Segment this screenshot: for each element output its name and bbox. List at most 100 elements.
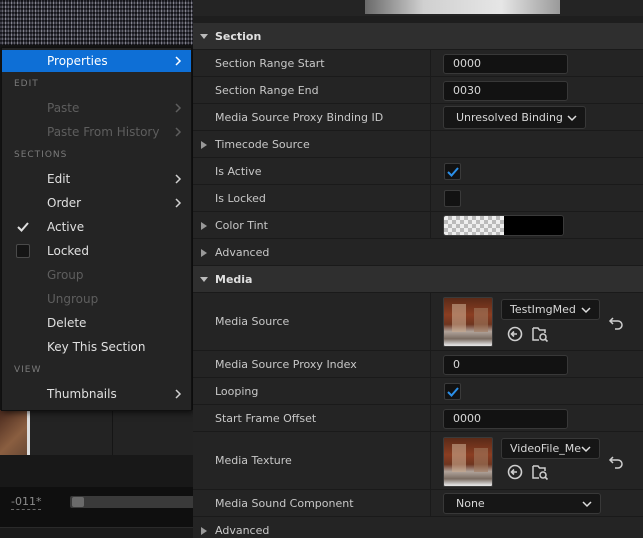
menu-item-thumbnails[interactable]: Thumbnails — [2, 383, 191, 405]
property-is-locked: Is Locked — [193, 185, 643, 212]
menu-item-label: Edit — [47, 172, 71, 186]
property-label: Media Source Proxy Binding ID — [215, 111, 384, 124]
track-divider — [112, 410, 113, 455]
use-selected-icon[interactable] — [506, 325, 524, 343]
column-divider[interactable] — [430, 293, 431, 350]
column-divider[interactable] — [430, 432, 431, 489]
scrollbar-thumb[interactable] — [72, 497, 84, 507]
menu-item-ungroup[interactable]: Ungroup — [2, 288, 191, 310]
menu-item-paste-from-history[interactable]: Paste From History — [2, 121, 191, 143]
property-color-tint[interactable]: Color Tint — [193, 212, 643, 239]
start-frame-offset-input[interactable]: 0000 — [443, 409, 568, 429]
timeline-track[interactable] — [0, 410, 195, 455]
current-frame-field[interactable]: -011* — [11, 495, 42, 510]
chevron-right-icon — [175, 389, 182, 399]
chevron-down-icon — [582, 501, 592, 508]
media-source-thumbnail[interactable] — [443, 297, 493, 347]
menu-item-locked[interactable]: Locked — [2, 240, 191, 262]
triangle-right-icon — [201, 141, 207, 149]
use-selected-icon[interactable] — [506, 463, 524, 481]
property-advanced-2[interactable]: Advanced — [193, 517, 643, 538]
menu-item-label: Group — [47, 268, 84, 282]
property-timecode-source[interactable]: Timecode Source — [193, 131, 643, 158]
property-label: Section Range End — [215, 84, 319, 97]
property-is-active: Is Active — [193, 158, 643, 185]
details-top-strip — [193, 0, 643, 16]
column-divider[interactable] — [430, 185, 431, 211]
section-range-start-input[interactable]: 0000 — [443, 54, 568, 74]
media-sound-component-combo[interactable]: None — [443, 493, 601, 514]
property-label: Media Source — [215, 315, 290, 328]
menu-item-properties[interactable]: Properties — [2, 50, 191, 72]
triangle-right-icon — [201, 249, 207, 257]
chevron-down-icon — [581, 305, 591, 315]
menu-item-label: Ungroup — [47, 292, 99, 306]
menu-section-sections: SECTIONS — [14, 150, 68, 160]
proxy-binding-combo[interactable]: Unresolved Binding — [443, 106, 586, 129]
category-label: Section — [215, 30, 262, 43]
combo-value: TestImgMed — [510, 303, 576, 316]
timeline-scrollbar[interactable] — [70, 496, 195, 508]
column-divider[interactable] — [430, 212, 431, 238]
checkmark-icon — [17, 222, 29, 232]
property-media-source: Media Source TestImgMed — [193, 293, 643, 351]
property-section-range-start: Section Range Start 0000 — [193, 50, 643, 77]
column-divider[interactable] — [430, 77, 431, 103]
media-source-proxy-index-input[interactable]: 0 — [443, 355, 568, 375]
section-range-end-input[interactable]: 0030 — [443, 81, 568, 101]
chevron-down-icon — [567, 115, 577, 122]
chevron-right-icon — [175, 103, 182, 113]
menu-item-delete[interactable]: Delete — [2, 312, 191, 334]
media-texture-combo[interactable]: VideoFile_Me — [501, 438, 600, 459]
column-divider[interactable] — [430, 104, 431, 130]
menu-item-paste[interactable]: Paste — [2, 97, 191, 119]
menu-item-order[interactable]: Order — [2, 192, 191, 214]
column-divider[interactable] — [430, 131, 431, 157]
property-label: Section Range Start — [215, 57, 325, 70]
column-divider[interactable] — [430, 351, 431, 377]
menu-item-active[interactable]: Active — [2, 216, 191, 238]
property-label: Timecode Source — [215, 138, 310, 151]
property-label: Media Sound Component — [215, 497, 354, 510]
menu-item-label: Properties — [47, 54, 108, 68]
checkmark-icon — [447, 167, 459, 177]
combo-value: None — [456, 497, 485, 510]
column-divider[interactable] — [430, 405, 431, 431]
media-source-combo[interactable]: TestImgMed — [501, 299, 600, 320]
menu-item-label: Locked — [47, 244, 89, 258]
property-label: Is Locked — [215, 192, 266, 205]
menu-item-label: Key This Section — [47, 340, 146, 354]
menu-item-key-this-section[interactable]: Key This Section — [2, 336, 191, 358]
chevron-right-icon — [175, 174, 182, 184]
media-texture-thumbnail[interactable] — [443, 437, 493, 487]
looping-checkbox[interactable] — [444, 383, 461, 400]
category-media[interactable]: Media — [193, 266, 643, 293]
chevron-right-icon — [175, 56, 182, 66]
browse-icon[interactable] — [531, 325, 549, 343]
property-media-source-proxy-index: Media Source Proxy Index 0 — [193, 351, 643, 378]
property-advanced-1[interactable]: Advanced — [193, 239, 643, 266]
menu-item-edit[interactable]: Edit — [2, 168, 191, 190]
category-label: Media — [215, 273, 253, 286]
column-divider[interactable] — [430, 378, 431, 404]
chevron-right-icon — [175, 127, 182, 137]
property-looping: Looping — [193, 378, 643, 405]
property-label: Media Source Proxy Index — [215, 358, 357, 371]
color-tint-swatch[interactable] — [443, 215, 564, 236]
chevron-right-icon — [175, 198, 182, 208]
is-active-checkbox[interactable] — [444, 163, 461, 180]
menu-item-group[interactable]: Group — [2, 264, 191, 286]
category-section[interactable]: Section — [193, 23, 643, 50]
column-divider[interactable] — [430, 158, 431, 184]
combo-value: VideoFile_Me — [510, 442, 581, 455]
property-label: Start Frame Offset — [215, 412, 317, 425]
column-divider[interactable] — [430, 490, 431, 516]
is-locked-checkbox[interactable] — [444, 190, 461, 207]
property-label: Advanced — [215, 524, 270, 537]
reset-to-default-icon[interactable] — [607, 452, 625, 470]
triangle-right-icon — [201, 527, 207, 535]
reset-to-default-icon[interactable] — [607, 313, 625, 331]
column-divider[interactable] — [430, 50, 431, 76]
browse-icon[interactable] — [531, 463, 549, 481]
timeline-area — [0, 455, 195, 487]
